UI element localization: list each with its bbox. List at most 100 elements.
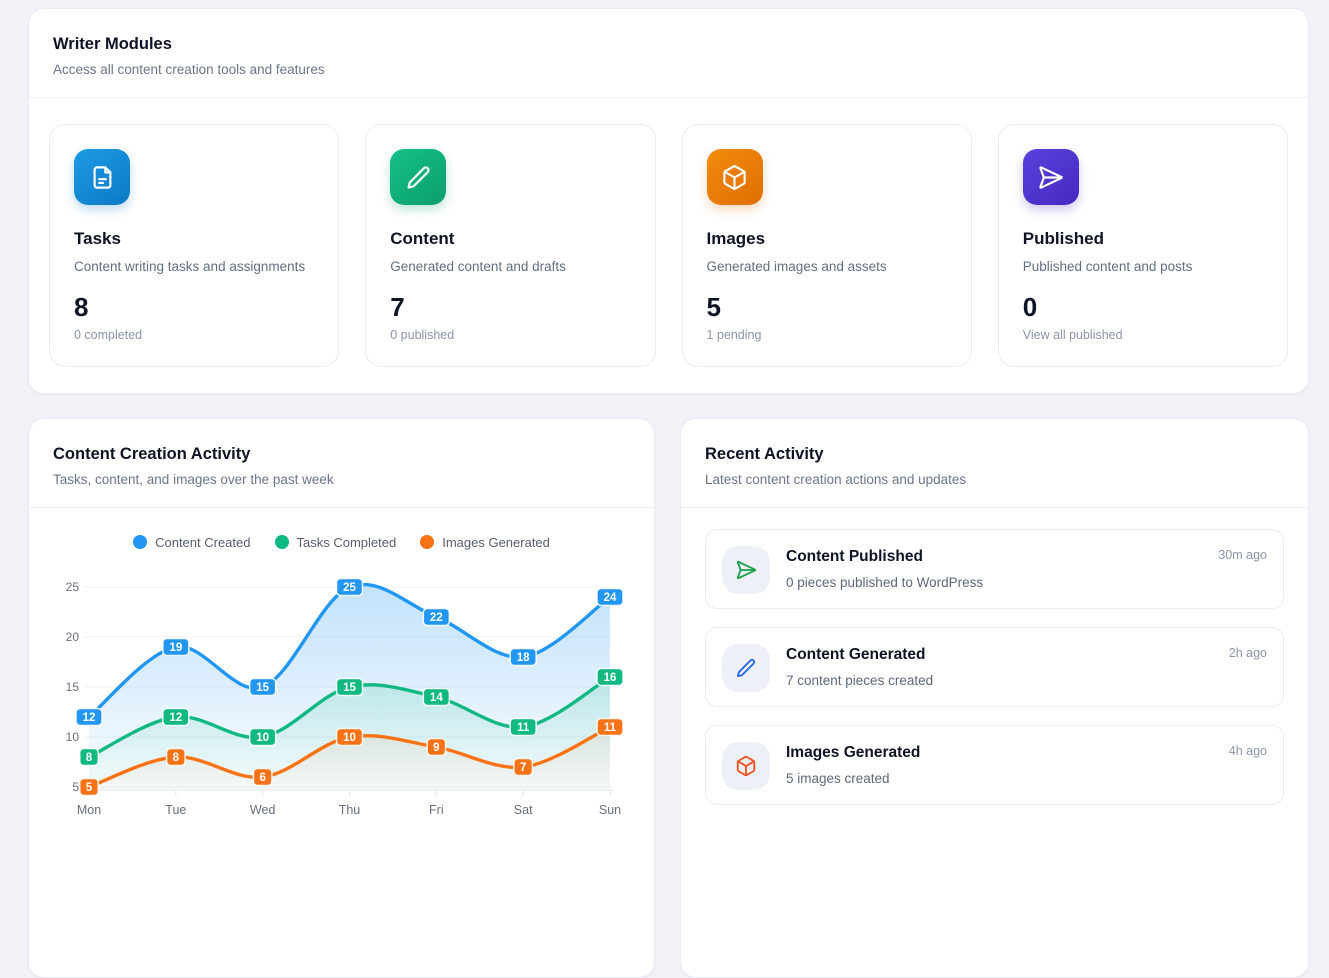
legend-label: Images Generated: [442, 535, 550, 550]
activity-text: Content Generated 7 content pieces creat…: [786, 644, 933, 690]
activity-text: Images Generated 5 images created: [786, 742, 920, 788]
legend-item[interactable]: Images Generated: [420, 535, 550, 550]
svg-text:Fri: Fri: [429, 803, 444, 817]
activity-description: 0 pieces published to WordPress: [786, 575, 983, 590]
send-icon: [722, 546, 770, 594]
activity-line-chart[interactable]: 510152025MonTueWedThuFriSatSun1219152522…: [29, 562, 654, 838]
chart-card-title: Content Creation Activity: [53, 445, 630, 464]
module-title: Images: [707, 229, 947, 249]
module-title: Published: [1023, 229, 1263, 249]
file-text-icon: [74, 149, 130, 205]
writer-modules-card: Writer Modules Access all content creati…: [28, 8, 1309, 394]
svg-text:12: 12: [169, 712, 182, 724]
pencil-icon: [722, 644, 770, 692]
modules-grid: Tasks Content writing tasks and assignme…: [29, 98, 1308, 393]
module-title: Tasks: [74, 229, 314, 249]
activity-item-content-generated: Content Generated 7 content pieces creat…: [705, 627, 1284, 707]
svg-text:14: 14: [430, 692, 443, 704]
module-card-tasks[interactable]: Tasks Content writing tasks and assignme…: [49, 124, 339, 367]
svg-text:8: 8: [173, 752, 180, 764]
module-sublabel: 0 published: [390, 328, 630, 342]
activity-description: 7 content pieces created: [786, 673, 933, 688]
svg-text:18: 18: [517, 652, 530, 664]
module-count: 0: [1023, 292, 1263, 323]
svg-text:19: 19: [169, 642, 182, 654]
send-icon: [1023, 149, 1079, 205]
recent-activity-header: Recent Activity Latest content creation …: [681, 419, 1308, 507]
module-count: 7: [390, 292, 630, 323]
svg-text:15: 15: [256, 682, 269, 694]
svg-text:5: 5: [72, 780, 79, 794]
legend-item[interactable]: Content Created: [133, 535, 250, 550]
legend-item[interactable]: Tasks Completed: [275, 535, 397, 550]
legend-dot-icon: [133, 535, 147, 549]
activity-timestamp: 30m ago: [1218, 548, 1267, 562]
module-sublabel: 0 completed: [74, 328, 314, 342]
svg-text:11: 11: [517, 722, 530, 734]
svg-text:22: 22: [430, 612, 443, 624]
module-description: Published content and posts: [1023, 259, 1263, 274]
activity-item-content-published: Content Published 0 pieces published to …: [705, 529, 1284, 609]
svg-text:7: 7: [520, 762, 526, 774]
svg-text:10: 10: [256, 732, 269, 744]
activity-text: Content Published 0 pieces published to …: [786, 546, 983, 592]
svg-text:Wed: Wed: [250, 803, 276, 817]
svg-text:11: 11: [604, 722, 617, 734]
module-card-images[interactable]: Images Generated images and assets 5 1 p…: [682, 124, 972, 367]
box-icon: [707, 149, 763, 205]
writer-modules-subtitle: Access all content creation tools and fe…: [53, 62, 1284, 77]
box-icon: [722, 742, 770, 790]
activity-description: 5 images created: [786, 771, 920, 786]
activity-item-images-generated: Images Generated 5 images created 4h ago: [705, 725, 1284, 805]
bottom-row: Content Creation Activity Tasks, content…: [28, 418, 1309, 978]
svg-text:25: 25: [343, 582, 356, 594]
pencil-icon: [390, 149, 446, 205]
svg-text:9: 9: [433, 742, 439, 754]
module-title: Content: [390, 229, 630, 249]
writer-modules-header: Writer Modules Access all content creati…: [29, 9, 1308, 97]
svg-text:Tue: Tue: [165, 803, 186, 817]
activity-title: Content Published: [786, 548, 983, 566]
module-card-content[interactable]: Content Generated content and drafts 7 0…: [365, 124, 655, 367]
activity-timestamp: 4h ago: [1229, 744, 1267, 758]
svg-text:10: 10: [66, 730, 80, 744]
module-sublabel: 1 pending: [707, 328, 947, 342]
svg-text:5: 5: [86, 782, 93, 794]
legend-dot-icon: [275, 535, 289, 549]
svg-text:Thu: Thu: [339, 803, 361, 817]
svg-text:12: 12: [83, 712, 96, 724]
svg-text:24: 24: [604, 592, 617, 604]
svg-text:20: 20: [66, 630, 80, 644]
svg-text:8: 8: [86, 752, 93, 764]
recent-activity-subtitle: Latest content creation actions and upda…: [705, 472, 1284, 487]
activity-title: Content Generated: [786, 646, 933, 664]
module-card-published[interactable]: Published Published content and posts 0 …: [998, 124, 1288, 367]
module-count: 8: [74, 292, 314, 323]
module-description: Generated content and drafts: [390, 259, 630, 274]
writer-modules-title: Writer Modules: [53, 35, 1284, 54]
svg-text:25: 25: [66, 580, 80, 594]
divider: [29, 507, 654, 508]
activity-list: Content Published 0 pieces published to …: [681, 508, 1308, 826]
svg-text:15: 15: [66, 680, 80, 694]
legend-label: Tasks Completed: [297, 535, 397, 550]
svg-text:Mon: Mon: [77, 803, 101, 817]
activity-title: Images Generated: [786, 744, 920, 762]
svg-text:6: 6: [259, 772, 265, 784]
chart-legend: Content Created Tasks Completed Images Gen…: [29, 532, 654, 552]
module-description: Content writing tasks and assignments: [74, 259, 314, 274]
activity-timestamp: 2h ago: [1229, 646, 1267, 660]
svg-text:Sun: Sun: [599, 803, 621, 817]
chart-body: Content Created Tasks Completed Images Gen…: [29, 532, 654, 838]
svg-text:15: 15: [343, 682, 356, 694]
module-sublabel: View all published: [1023, 328, 1263, 342]
svg-text:16: 16: [604, 672, 617, 684]
legend-label: Content Created: [155, 535, 250, 550]
content-creation-activity-card: Content Creation Activity Tasks, content…: [28, 418, 655, 978]
writer-dashboard: Writer Modules Access all content creati…: [0, 8, 1329, 978]
svg-text:10: 10: [343, 732, 356, 744]
chart-card-header: Content Creation Activity Tasks, content…: [29, 419, 654, 507]
recent-activity-card: Recent Activity Latest content creation …: [680, 418, 1309, 978]
module-description: Generated images and assets: [707, 259, 947, 274]
chart-card-subtitle: Tasks, content, and images over the past…: [53, 472, 630, 487]
